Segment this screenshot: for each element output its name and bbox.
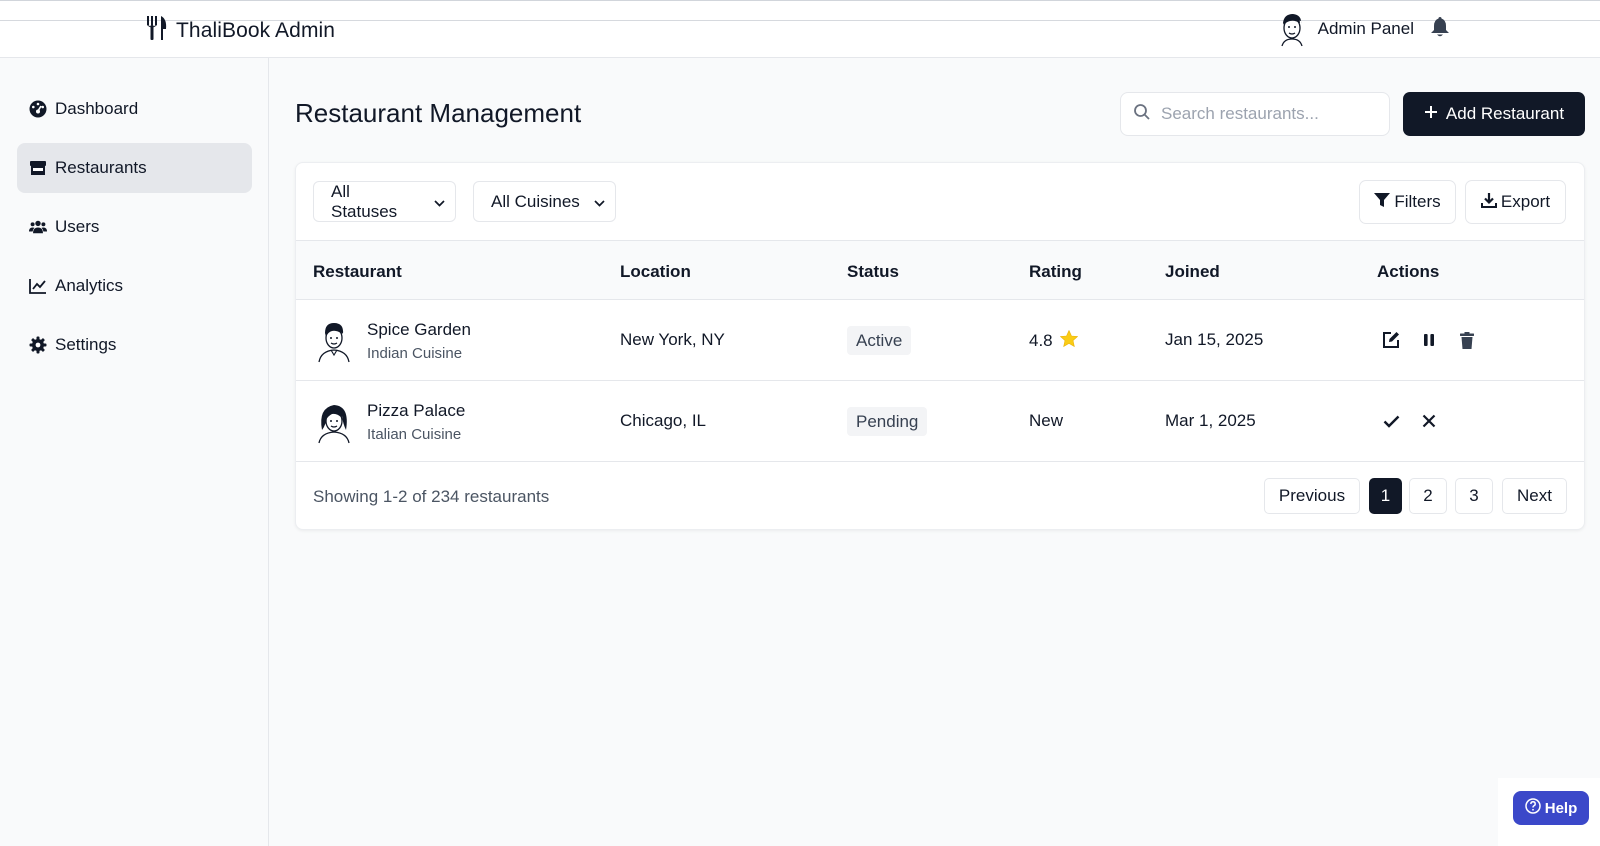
store-icon: [29, 159, 47, 177]
add-restaurant-button[interactable]: Add Restaurant: [1403, 92, 1585, 136]
filter-toolbar: All Statuses All Cuisines Filters Export: [296, 163, 1584, 241]
results-summary: Showing 1-2 of 234 restaurants: [313, 487, 550, 506]
restaurant-location: Chicago, IL: [620, 411, 706, 430]
table-row: Pizza Palace Italian Cuisine Chicago, IL…: [296, 381, 1584, 462]
sidebar-item-analytics[interactable]: Analytics: [17, 261, 252, 311]
restaurant-avatar: [313, 319, 355, 363]
sidebar-item-label: Dashboard: [55, 99, 139, 118]
admin-panel-label: Admin Panel: [1317, 19, 1414, 38]
restaurant-cuisine: Italian Cuisine: [367, 426, 462, 443]
export-button[interactable]: Export: [1465, 180, 1566, 224]
pause-icon[interactable]: [1418, 329, 1440, 351]
status-badge: Pending: [847, 407, 928, 436]
trash-icon[interactable]: [1456, 329, 1478, 351]
column-header-actions: Actions: [1377, 262, 1440, 281]
sidebar: Dashboard Restaurants Users Analytics Se…: [0, 58, 269, 846]
admin-area: Admin Panel: [1276, 11, 1450, 47]
page-1-button[interactable]: 1: [1369, 478, 1402, 514]
search-input[interactable]: [1161, 104, 1371, 124]
cuisine-select[interactable]: All Cuisines: [473, 181, 616, 222]
download-icon: [1480, 192, 1497, 213]
table-header: Restaurant Location Status Rating Joined…: [296, 241, 1584, 300]
check-icon[interactable]: [1380, 410, 1402, 432]
restaurant-name[interactable]: Pizza Palace: [367, 401, 465, 421]
bell-icon[interactable]: [1430, 16, 1450, 43]
column-header-joined: Joined: [1165, 262, 1220, 281]
cuisine-select-value: All Cuisines: [491, 191, 580, 211]
utensils-icon: [146, 15, 168, 46]
chevron-down-icon: [594, 192, 605, 212]
column-header-restaurant: Restaurant: [313, 262, 402, 281]
help-button[interactable]: Help: [1513, 791, 1589, 825]
edit-icon[interactable]: [1380, 329, 1402, 351]
filters-label: Filters: [1394, 192, 1441, 211]
restaurant-name[interactable]: Spice Garden: [367, 320, 471, 340]
joined-date: Jan 15, 2025: [1165, 330, 1264, 349]
restaurant-cuisine: Indian Cuisine: [367, 345, 463, 362]
restaurants-card: All Statuses All Cuisines Filters Export…: [295, 162, 1585, 530]
avatar[interactable]: [1276, 11, 1308, 47]
restaurant-location: New York, NY: [620, 330, 725, 349]
filters-button[interactable]: Filters: [1359, 180, 1456, 224]
sidebar-item-settings[interactable]: Settings: [17, 320, 252, 370]
page-3-button[interactable]: 3: [1455, 478, 1493, 514]
page-2-button[interactable]: 2: [1409, 478, 1447, 514]
close-icon[interactable]: [1418, 410, 1440, 432]
previous-page-button[interactable]: Previous: [1264, 478, 1360, 514]
gear-icon: [29, 336, 47, 354]
status-badge: Active: [847, 326, 912, 355]
add-restaurant-label: Add Restaurant: [1445, 104, 1565, 123]
next-page-button[interactable]: Next: [1502, 478, 1567, 514]
joined-date: Mar 1, 2025: [1165, 411, 1256, 430]
sidebar-item-label: Restaurants: [55, 158, 147, 177]
plus-icon: [1424, 104, 1438, 124]
column-header-status: Status: [847, 262, 899, 281]
brand-name: ThaliBook Admin: [176, 18, 336, 42]
chevron-down-icon: [434, 192, 445, 212]
users-icon: [29, 218, 47, 236]
help-label: Help: [1544, 799, 1578, 817]
status-select[interactable]: All Statuses: [313, 181, 456, 222]
top-bar: ThaliBook Admin Admin Panel: [0, 0, 1600, 58]
sidebar-item-restaurants[interactable]: Restaurants: [17, 143, 252, 193]
sidebar-item-label: Users: [55, 217, 100, 236]
column-header-rating: Rating: [1029, 262, 1082, 281]
column-header-location: Location: [620, 262, 691, 281]
brand[interactable]: ThaliBook Admin: [146, 15, 335, 46]
page-title: Restaurant Management: [295, 98, 582, 128]
restaurant-avatar: [313, 400, 355, 444]
question-icon: [1524, 798, 1541, 818]
chart-line-icon: [29, 277, 47, 295]
table-footer: Showing 1-2 of 234 restaurants Previous …: [296, 462, 1584, 530]
sidebar-nav: Dashboard Restaurants Users Analytics Se…: [17, 84, 252, 379]
search-box[interactable]: [1120, 92, 1390, 136]
search-icon: [1133, 103, 1151, 126]
rating-value: New: [1029, 411, 1064, 430]
status-select-value: All Statuses: [331, 181, 398, 221]
sidebar-item-users[interactable]: Users: [17, 202, 252, 252]
rating-value: 4.8: [1029, 331, 1053, 350]
star-icon: [1059, 329, 1078, 352]
export-label: Export: [1500, 192, 1551, 211]
filter-icon: [1374, 192, 1391, 213]
sidebar-item-dashboard[interactable]: Dashboard: [17, 84, 252, 134]
sidebar-item-label: Settings: [55, 335, 117, 354]
table-row: Spice Garden Indian Cuisine New York, NY…: [296, 300, 1584, 381]
rating-cell: 4.8: [1029, 329, 1078, 352]
sidebar-item-label: Analytics: [55, 276, 124, 295]
dashboard-icon: [29, 100, 47, 118]
